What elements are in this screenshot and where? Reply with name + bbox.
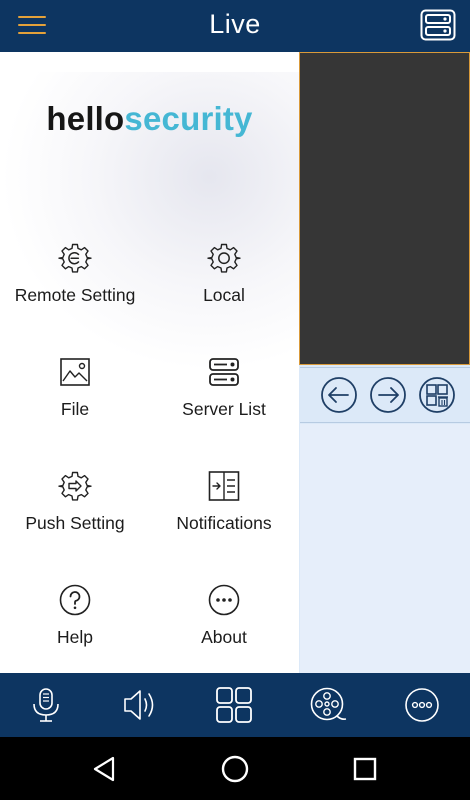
more-icon <box>208 584 240 616</box>
menu-item-label: Remote Setting <box>14 285 136 305</box>
bottom-toolbar <box>0 673 470 737</box>
logo-text-hello: hello <box>46 100 125 137</box>
home-button[interactable] <box>220 754 250 784</box>
more-options-button[interactable] <box>404 687 440 723</box>
channel-panel <box>300 424 470 673</box>
menu-item-label: Notifications <box>176 513 272 533</box>
push-setting-icon <box>58 471 92 501</box>
menu-item-about[interactable]: About <box>149 584 299 684</box>
menu-item-label: Local <box>203 285 245 305</box>
help-icon <box>59 584 91 616</box>
menu-item-server-list[interactable]: Server List <box>149 356 299 456</box>
recents-icon <box>353 757 377 781</box>
more-icon <box>405 688 439 722</box>
gear-icon <box>207 243 241 273</box>
menu-item-remote-setting[interactable]: Remote Setting <box>0 242 150 342</box>
previous-icon <box>321 377 357 413</box>
menu-item-label: Help <box>57 627 93 647</box>
server-list-icon <box>209 358 239 386</box>
delete-view-button[interactable] <box>418 376 456 414</box>
image-icon <box>60 358 90 386</box>
video-control-bar <box>300 367 470 423</box>
logo-text-security: security <box>124 100 253 137</box>
playback-button[interactable] <box>310 687 347 723</box>
back-button[interactable] <box>90 754 120 784</box>
recents-button[interactable] <box>350 754 380 784</box>
live-video-view[interactable] <box>299 52 470 365</box>
server-list-button[interactable] <box>420 9 456 41</box>
page-title: Live <box>209 9 261 39</box>
remote-setting-icon <box>58 243 92 273</box>
menu-item-label: Push Setting <box>25 513 125 533</box>
speaker-button[interactable] <box>122 687 158 723</box>
microphone-icon <box>33 688 59 722</box>
top-app-bar: Live <box>0 0 470 52</box>
menu-item-file[interactable]: File <box>0 356 150 456</box>
menu-item-label: About <box>201 627 247 647</box>
grid-delete-icon <box>419 377 455 413</box>
menu-item-local[interactable]: Local <box>149 242 299 342</box>
main-content: hellosecurity Remote Setting Local File … <box>0 52 470 673</box>
grid-view-icon <box>216 687 252 723</box>
film-reel-icon <box>310 687 347 721</box>
menu-item-label: Server List <box>182 399 266 419</box>
menu-item-notifications[interactable]: Notifications <box>149 470 299 570</box>
next-button[interactable] <box>369 376 407 414</box>
notifications-icon <box>208 471 240 501</box>
next-icon <box>370 377 406 413</box>
microphone-button[interactable] <box>28 687 64 723</box>
speaker-icon <box>124 690 154 720</box>
home-icon <box>221 755 249 783</box>
back-icon <box>93 756 115 782</box>
server-icon <box>420 9 456 41</box>
previous-button[interactable] <box>320 376 358 414</box>
menu-item-help[interactable]: Help <box>0 584 150 684</box>
system-navigation-bar <box>0 737 470 800</box>
grid-view-button[interactable] <box>216 687 252 723</box>
menu-item-push-setting[interactable]: Push Setting <box>0 470 150 570</box>
side-drawer: hellosecurity Remote Setting Local File … <box>0 52 299 673</box>
menu-item-label: File <box>60 399 90 419</box>
hellosecurity-logo: hellosecurity <box>0 100 299 138</box>
